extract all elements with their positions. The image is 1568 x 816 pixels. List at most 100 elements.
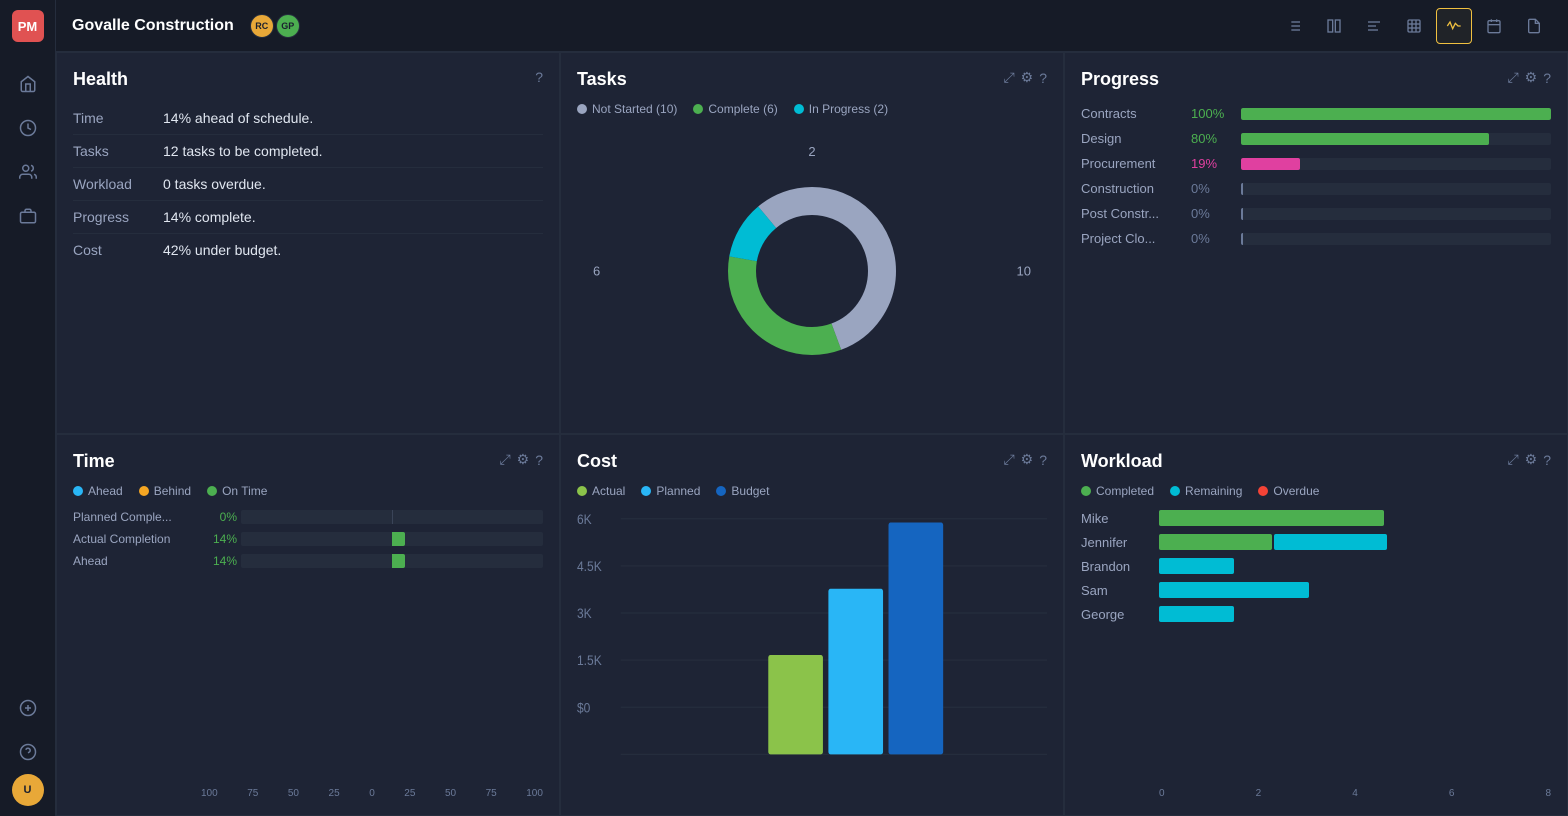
time-axis-label: 100	[526, 788, 543, 799]
legend-dot	[73, 486, 83, 496]
legend-label: Complete (6)	[708, 102, 777, 116]
sidebar-item-people[interactable]	[10, 154, 46, 190]
progress-bar	[1241, 108, 1551, 120]
time-bar-fill	[392, 532, 405, 546]
health-row: Cost42% under budget.	[73, 234, 543, 267]
tasks-settings-button[interactable]: ⚙	[1021, 69, 1034, 86]
progress-row-label: Procurement	[1081, 156, 1181, 171]
cost-actions: ⤢ ⚙ ?	[1003, 451, 1047, 468]
workload-settings-button[interactable]: ⚙	[1525, 451, 1538, 468]
doc-view-button[interactable]	[1516, 8, 1552, 44]
svg-text:$0: $0	[577, 699, 590, 715]
donut-svg	[712, 171, 912, 371]
progress-row-label: Contracts	[1081, 106, 1181, 121]
workload-title: Workload	[1081, 451, 1507, 472]
tasks-header: Tasks ⤢ ⚙ ?	[577, 69, 1047, 90]
progress-row: Design 80%	[1081, 131, 1551, 146]
health-help-button[interactable]: ?	[535, 69, 543, 85]
cost-settings-button[interactable]: ⚙	[1021, 451, 1034, 468]
sidebar-item-clock[interactable]	[10, 110, 46, 146]
time-help-button[interactable]: ?	[535, 452, 543, 468]
time-axis-label: 75	[247, 788, 258, 799]
sidebar-item-briefcase[interactable]	[10, 198, 46, 234]
app-logo[interactable]: PM	[12, 10, 44, 42]
cost-title: Cost	[577, 451, 1003, 472]
progress-rows: Contracts 100% Design 80% Procurement 19…	[1081, 106, 1551, 246]
pulse-view-button[interactable]	[1436, 8, 1472, 44]
sidebar-item-help[interactable]	[10, 734, 46, 770]
progress-expand-button[interactable]: ⤢	[1507, 69, 1518, 86]
health-row-label: Tasks	[73, 135, 163, 168]
table-view-button[interactable]	[1396, 8, 1432, 44]
workload-expand-button[interactable]: ⤢	[1507, 451, 1518, 468]
user-avatar[interactable]: U	[12, 774, 44, 806]
progress-row-pct: 0%	[1191, 231, 1231, 246]
workload-row-name: Brandon	[1081, 559, 1151, 574]
time-bar-center-line	[392, 510, 393, 524]
time-row-bar-container: 14%	[201, 554, 543, 568]
time-bar-fill	[392, 554, 405, 568]
tasks-help-button[interactable]: ?	[1039, 70, 1047, 86]
legend-dot	[139, 486, 149, 496]
time-row-pct: 14%	[201, 554, 237, 568]
progress-row-pct: 19%	[1191, 156, 1231, 171]
workload-bars	[1159, 510, 1551, 526]
sidebar-item-add[interactable]	[10, 690, 46, 726]
workload-help-button[interactable]: ?	[1543, 452, 1551, 468]
time-legend-item: On Time	[207, 484, 267, 498]
workload-bars	[1159, 582, 1551, 598]
legend-dot	[207, 486, 217, 496]
workload-panel: Workload ⤢ ⚙ ? CompletedRemainingOverdue…	[1064, 434, 1568, 816]
time-axis: 1007550250255075100	[73, 788, 543, 799]
avatar-gp[interactable]: GP	[276, 14, 300, 38]
workload-completed-bar	[1159, 534, 1272, 550]
list-view-button[interactable]	[1276, 8, 1312, 44]
legend-dot	[1170, 486, 1180, 496]
progress-bar	[1241, 183, 1551, 195]
page-title: Govalle Construction	[72, 17, 234, 35]
progress-row-label: Project Clo...	[1081, 231, 1181, 246]
progress-bar	[1241, 233, 1551, 245]
workload-row: George	[1081, 606, 1551, 622]
legend-dot	[1081, 486, 1091, 496]
time-expand-button[interactable]: ⤢	[499, 451, 510, 468]
avatar-rc[interactable]: RC	[250, 14, 274, 38]
sidebar-item-home[interactable]	[10, 66, 46, 102]
health-row-value: 42% under budget.	[163, 234, 543, 267]
workload-bars	[1159, 558, 1551, 574]
calendar-view-button[interactable]	[1476, 8, 1512, 44]
workload-axis-label: 0	[1159, 788, 1165, 799]
workload-axis-label: 2	[1256, 788, 1262, 799]
health-row: Tasks12 tasks to be completed.	[73, 135, 543, 168]
progress-row-pct: 0%	[1191, 206, 1231, 221]
progress-help-button[interactable]: ?	[1543, 70, 1551, 86]
progress-title: Progress	[1081, 69, 1507, 90]
tasks-legend: Not Started (10)Complete (6)In Progress …	[577, 102, 1047, 116]
time-settings-button[interactable]: ⚙	[517, 451, 530, 468]
legend-label: Not Started (10)	[592, 102, 677, 116]
progress-settings-button[interactable]: ⚙	[1525, 69, 1538, 86]
donut-label-top: 2	[808, 144, 815, 159]
legend-label: Overdue	[1273, 484, 1319, 498]
health-actions: ?	[535, 69, 543, 85]
timeline-view-button[interactable]	[1356, 8, 1392, 44]
legend-label: Completed	[1096, 484, 1154, 498]
workload-row: Sam	[1081, 582, 1551, 598]
cost-legend-item: Budget	[716, 484, 769, 498]
time-row-pct: 14%	[201, 532, 237, 546]
cost-expand-button[interactable]: ⤢	[1003, 451, 1014, 468]
legend-dot	[577, 104, 587, 114]
progress-header: Progress ⤢ ⚙ ?	[1081, 69, 1551, 90]
tasks-actions: ⤢ ⚙ ?	[1003, 69, 1047, 86]
legend-dot	[794, 104, 804, 114]
legend-label: Planned	[656, 484, 700, 498]
health-row-label: Cost	[73, 234, 163, 267]
health-row: Time14% ahead of schedule.	[73, 102, 543, 135]
cost-help-button[interactable]: ?	[1039, 452, 1047, 468]
time-row-bar-container: 0%	[201, 510, 543, 524]
view-tools	[1276, 8, 1552, 44]
tasks-expand-button[interactable]: ⤢	[1003, 69, 1014, 86]
board-view-button[interactable]	[1316, 8, 1352, 44]
workload-row: Mike	[1081, 510, 1551, 526]
progress-row-pct: 100%	[1191, 106, 1231, 121]
